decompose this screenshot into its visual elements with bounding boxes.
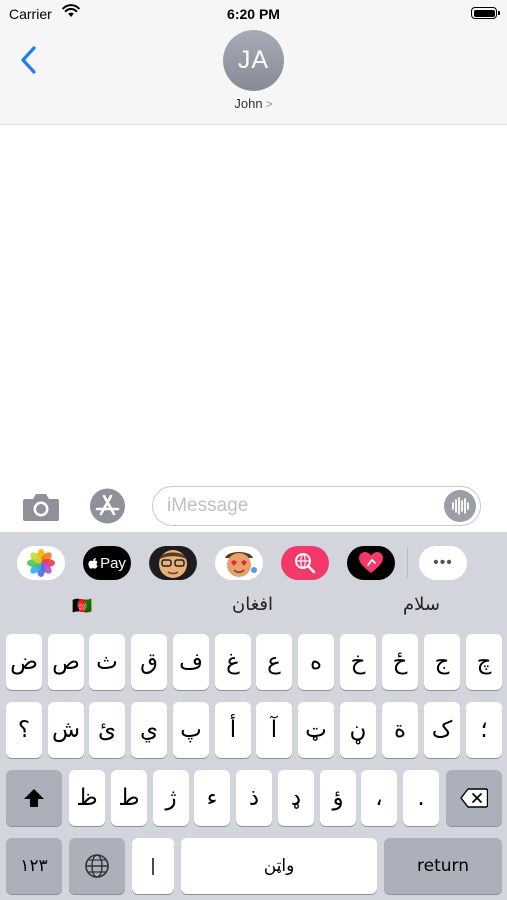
key-ghain[interactable]: غ bbox=[215, 634, 251, 690]
key-peh[interactable]: پ bbox=[173, 702, 209, 758]
key-alef-madda[interactable]: آ bbox=[256, 702, 292, 758]
key-semicolon[interactable]: ؛ bbox=[466, 702, 502, 758]
key-teh-marbuta[interactable]: ة bbox=[382, 702, 418, 758]
suggestion-flag[interactable]: 🇦🇫 bbox=[72, 596, 92, 620]
key-sheen[interactable]: ش bbox=[48, 702, 84, 758]
apple-pay-label: Pay bbox=[100, 554, 126, 572]
key-jeh[interactable]: ژ bbox=[153, 770, 189, 826]
globe-search-icon bbox=[295, 553, 316, 574]
voice-record-button[interactable] bbox=[444, 490, 476, 522]
key-arabic-comma[interactable]: ، bbox=[361, 770, 397, 826]
key-ddal[interactable]: ډ bbox=[278, 770, 314, 826]
back-chevron-icon[interactable] bbox=[18, 44, 40, 76]
contact-avatar[interactable]: JA bbox=[223, 30, 284, 91]
shift-key[interactable] bbox=[6, 770, 62, 826]
return-key[interactable]: return bbox=[384, 838, 502, 894]
backspace-icon bbox=[460, 788, 488, 808]
avatar-initials: JA bbox=[237, 46, 270, 74]
chevron-right-icon: > bbox=[265, 97, 273, 111]
message-field[interactable] bbox=[152, 486, 481, 526]
message-input[interactable] bbox=[167, 495, 437, 517]
apple-logo-icon bbox=[88, 558, 98, 569]
memoji-app-icon[interactable] bbox=[149, 546, 197, 580]
key-feh[interactable]: ف bbox=[173, 634, 209, 690]
key-rnoon[interactable]: ڼ bbox=[340, 702, 376, 758]
waveform-icon bbox=[452, 497, 469, 515]
images-search-app-icon[interactable] bbox=[281, 546, 329, 580]
heart-touch-icon bbox=[359, 552, 383, 573]
key-khah[interactable]: خ bbox=[340, 634, 376, 690]
key-question-mark[interactable]: ؟ bbox=[6, 702, 42, 758]
key-theh[interactable]: ث bbox=[89, 634, 125, 690]
suggestion-middle[interactable]: افغان bbox=[232, 594, 273, 618]
contact-name: John bbox=[234, 96, 263, 111]
key-dad[interactable]: ض bbox=[6, 634, 42, 690]
key-thal[interactable]: ذ bbox=[236, 770, 272, 826]
heart-eyes-face-icon bbox=[225, 552, 257, 577]
key-ain[interactable]: ع bbox=[256, 634, 292, 690]
digital-touch-app-icon[interactable] bbox=[347, 546, 395, 580]
key-qaf[interactable]: ق bbox=[131, 634, 167, 690]
memoji-stickers-app-icon[interactable] bbox=[215, 546, 263, 580]
zwnj-key[interactable]: | bbox=[132, 838, 174, 894]
key-hamza[interactable]: ء bbox=[194, 770, 230, 826]
shift-arrow-icon bbox=[24, 789, 44, 807]
space-key[interactable]: واټن bbox=[181, 838, 377, 894]
status-bar: Carrier 6:20 PM bbox=[0, 0, 507, 28]
key-period[interactable]: . bbox=[403, 770, 439, 826]
key-jeem[interactable]: ج bbox=[424, 634, 460, 690]
key-tah[interactable]: ط bbox=[111, 770, 147, 826]
globe-key[interactable] bbox=[69, 838, 125, 894]
key-tteh[interactable]: ټ bbox=[298, 702, 334, 758]
battery-icon bbox=[471, 7, 500, 19]
key-waw-hamza[interactable]: ؤ bbox=[320, 770, 356, 826]
app-drawer-divider bbox=[407, 548, 408, 578]
key-tcheh[interactable]: چ bbox=[466, 634, 502, 690]
app-store-icon[interactable] bbox=[86, 488, 129, 524]
more-dots-icon: ••• bbox=[433, 554, 453, 571]
apple-pay-app-icon[interactable]: Pay bbox=[83, 546, 131, 580]
key-keheh[interactable]: ک bbox=[424, 702, 460, 758]
suggestion-right[interactable]: سلام bbox=[403, 594, 440, 618]
memoji-face-icon bbox=[150, 546, 196, 580]
key-zah[interactable]: ظ bbox=[69, 770, 105, 826]
globe-icon bbox=[85, 854, 109, 878]
more-apps-button[interactable]: ••• bbox=[419, 546, 467, 580]
numbers-key[interactable]: ١٢٣ bbox=[6, 838, 62, 894]
key-alef-hamza[interactable]: أ bbox=[215, 702, 251, 758]
key-sad[interactable]: ص bbox=[48, 634, 84, 690]
camera-icon[interactable] bbox=[22, 492, 60, 522]
photos-flower-icon bbox=[27, 549, 55, 577]
photos-app-icon[interactable] bbox=[17, 546, 65, 580]
delete-key[interactable] bbox=[446, 770, 502, 826]
key-heh[interactable]: ه bbox=[298, 634, 334, 690]
clock: 6:20 PM bbox=[227, 6, 280, 22]
contact-name-button[interactable]: John > bbox=[0, 96, 507, 111]
key-yeh[interactable]: ي bbox=[131, 702, 167, 758]
key-dze[interactable]: ځ bbox=[382, 634, 418, 690]
key-yeh-hamza[interactable]: ئ bbox=[89, 702, 125, 758]
